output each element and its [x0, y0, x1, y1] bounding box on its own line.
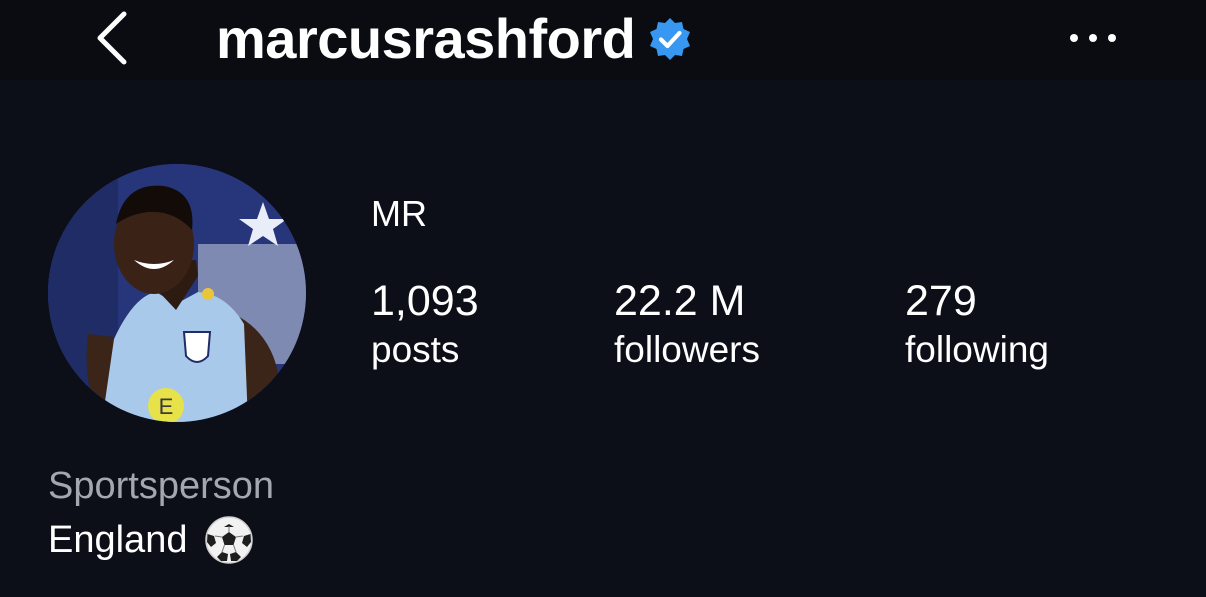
svg-text:E: E [159, 394, 174, 419]
followers-stat[interactable]: 22.2 M followers [614, 276, 760, 374]
username: marcusrashford [216, 7, 636, 70]
chevron-left-icon [97, 11, 127, 65]
profile-display-name: MR [371, 193, 427, 234]
profile-username-header: marcusrashford [216, 4, 693, 74]
profile-category: Sportsperson [48, 465, 275, 507]
verified-badge-icon [647, 16, 693, 62]
soccer-ball-icon [203, 514, 255, 566]
following-count: 279 [905, 277, 977, 325]
following-stat[interactable]: 279 following [905, 276, 1049, 374]
followers-label: followers [614, 329, 760, 370]
followers-count: 22.2 M [614, 277, 746, 325]
following-label: following [905, 329, 1049, 370]
profile-avatar[interactable]: E [48, 164, 306, 422]
posts-count: 1,093 [371, 277, 479, 325]
more-horizontal-icon [1070, 34, 1116, 42]
bio-text: England [48, 519, 188, 561]
back-button[interactable] [86, 6, 142, 70]
top-navigation-bar: marcusrashford [0, 0, 1206, 80]
posts-stat[interactable]: 1,093 posts [371, 276, 479, 374]
more-options-button[interactable] [1060, 20, 1126, 56]
posts-label: posts [371, 329, 460, 370]
profile-bio: England [48, 514, 255, 566]
